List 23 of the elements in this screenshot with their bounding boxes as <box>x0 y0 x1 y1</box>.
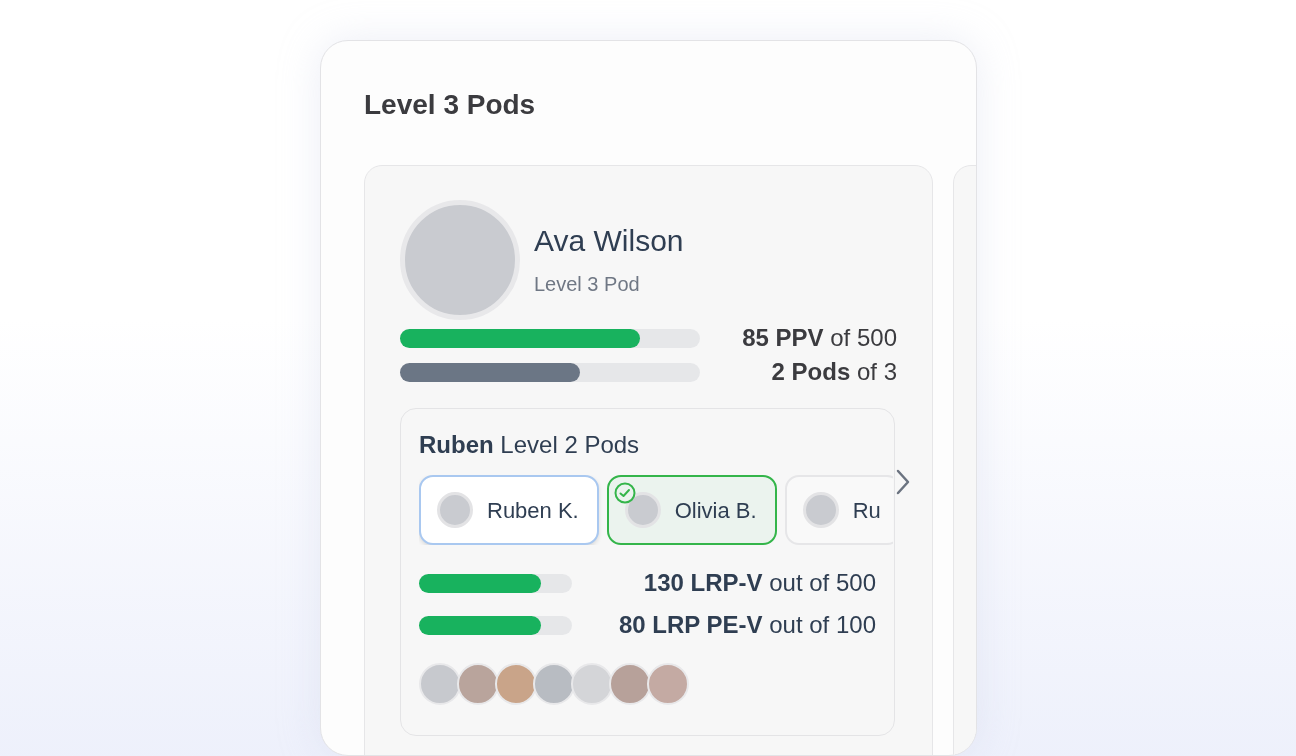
avatar-placeholder <box>802 492 839 528</box>
avatar-placeholder <box>647 663 689 705</box>
progress-label: 80 LRP PE-V out of 100 <box>618 613 876 637</box>
avatar-placeholder <box>609 663 651 705</box>
avatar-placeholder <box>437 492 473 528</box>
avatar-placeholder <box>457 663 499 705</box>
subpod-title: Ruben Level 2 Pods <box>419 433 641 457</box>
progress-label: 130 LRP-V out of 500 <box>643 571 876 595</box>
progress-label: 2 Pods of 3 <box>771 360 897 384</box>
section-title: Level 3 Pods <box>364 89 536 120</box>
avatar-placeholder <box>419 663 461 705</box>
progress-label: 85 PPV of 500 <box>742 326 897 350</box>
member-chip[interactable]: Ruben K. <box>419 475 599 545</box>
avatar-placeholder <box>571 663 613 705</box>
member-chip[interactable]: Olivia B. <box>606 475 777 545</box>
member-chip[interactable]: Ru <box>784 475 893 545</box>
check-icon <box>613 482 636 504</box>
profile-name: Ava Wilson <box>534 226 684 256</box>
profile-subtitle: Level 3 Pod <box>534 274 641 294</box>
chevron-right-icon[interactable] <box>895 469 911 495</box>
avatar-placeholder <box>495 663 537 705</box>
avatar-placeholder <box>624 492 661 528</box>
avatar-placeholder <box>533 663 575 705</box>
